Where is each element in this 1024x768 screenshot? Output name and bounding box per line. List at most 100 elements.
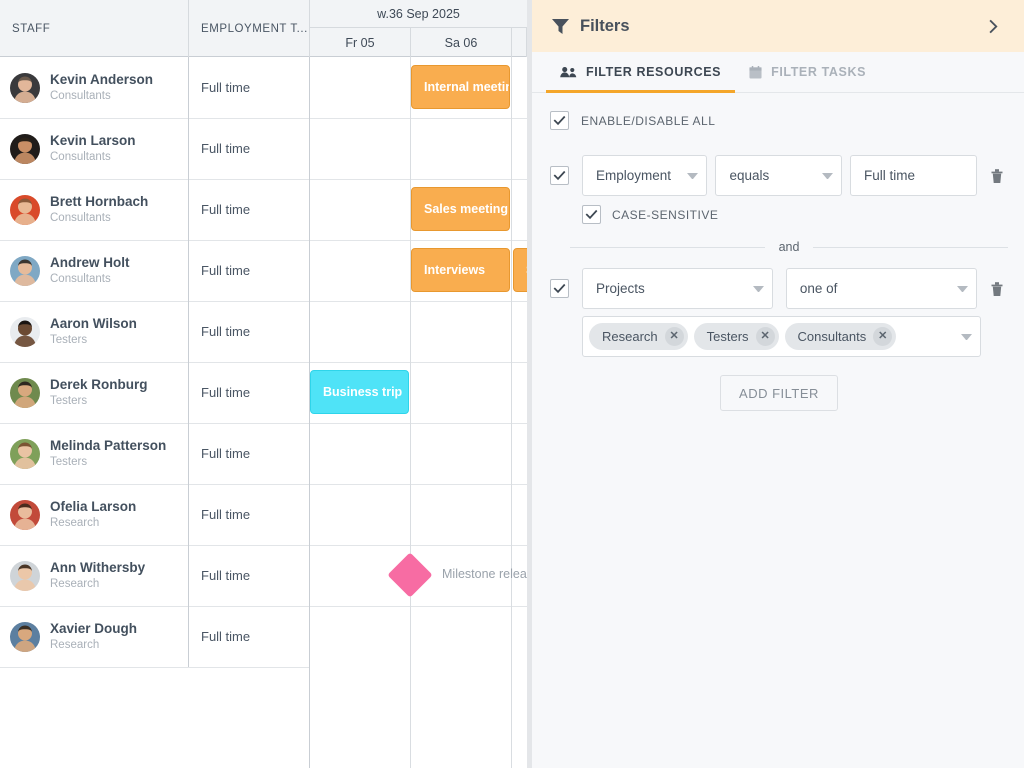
scheduler-row[interactable]: Kevin Anderson Consultants Full time Intern…: [0, 57, 527, 118]
scheduler-row[interactable]: Kevin Larson Consultants Full time: [0, 118, 527, 179]
staff-cell[interactable]: Andrew Holt Consultants: [0, 240, 189, 301]
staff-name: Ann Withersby: [50, 559, 146, 575]
column-header-staff[interactable]: STAFF: [0, 0, 189, 57]
employment-cell[interactable]: Full time: [189, 301, 310, 362]
filter-chip[interactable]: Consultants ✕: [784, 323, 897, 350]
filter-chip[interactable]: Research ✕: [589, 323, 688, 350]
employment-cell[interactable]: Full time: [189, 484, 310, 545]
filters-panel-body[interactable]: ENABLE/DISABLE ALL Employment equals Ful…: [532, 93, 1024, 411]
filter-1-field-select[interactable]: Employment: [582, 155, 708, 196]
scheduler-row[interactable]: Ann Withersby Research Full time Milestone …: [0, 545, 527, 606]
filter-2-operator-select[interactable]: one of: [785, 268, 977, 309]
employment-cell[interactable]: Full time: [189, 606, 310, 667]
filters-tab-bar[interactable]: FILTER RESOURCES FILTER TASKS: [532, 52, 1024, 93]
filter-1-case-sensitive-checkbox[interactable]: [582, 205, 601, 224]
scheduler-row[interactable]: Derek Ronburg Testers Full time Business tr…: [0, 362, 527, 423]
scheduler-row[interactable]: Aaron Wilson Testers Full time: [0, 301, 527, 362]
staff-cell[interactable]: Ann Withersby Research: [0, 545, 189, 606]
filter-2-chips-input[interactable]: Research ✕ Testers ✕ Consultants ✕: [582, 316, 981, 357]
chevron-right-icon[interactable]: [980, 13, 1006, 39]
tab-filter-tasks[interactable]: FILTER TASKS: [735, 52, 880, 92]
add-filter-row: ADD FILTER: [550, 375, 1008, 411]
filters-panel-title: Filters: [580, 16, 630, 35]
filter-conjunction-separator: and: [570, 240, 1009, 254]
filter-2-enable-checkbox[interactable]: [550, 279, 569, 298]
tab-filter-resources[interactable]: FILTER RESOURCES: [546, 52, 736, 93]
filter-1-delete-icon[interactable]: [987, 168, 1008, 184]
staff-cell[interactable]: Kevin Larson Consultants: [0, 118, 189, 179]
filter-row-2[interactable]: Projects one of Research ✕ Testers ✕ Con…: [550, 268, 1008, 357]
task-bar[interactable]: Interviews: [411, 248, 510, 292]
filters-panel-header: Filters: [532, 0, 1024, 52]
scheduler-grid[interactable]: STAFF EMPLOYMENT T... w.36 Sep 2025 Fr 0…: [0, 0, 527, 768]
task-bar[interactable]: Business trip: [310, 370, 409, 414]
staff-role: Research: [50, 516, 100, 529]
column-header-employment[interactable]: EMPLOYMENT T...: [189, 0, 310, 57]
scheduler-row[interactable]: Brett Hornbach Consultants Full time Sales …: [0, 179, 527, 240]
scheduler-row[interactable]: Andrew Holt Consultants Full time Interview…: [0, 240, 527, 301]
filter-2-chip-list: Research ✕ Testers ✕ Consultants ✕: [589, 323, 955, 350]
task-bar[interactable]: S: [513, 248, 527, 292]
timeline-day-label: Sa 06: [444, 35, 478, 50]
employment-cell[interactable]: Full time: [189, 240, 310, 301]
scheduler-body[interactable]: Kevin Anderson Consultants Full time Intern…: [0, 57, 527, 768]
avatar: [10, 316, 40, 347]
filter-1-enable-checkbox[interactable]: [550, 166, 569, 185]
avatar: [10, 72, 40, 103]
filter-1-case-sensitive-label: CASE-SENSITIVE: [612, 207, 719, 222]
filter-2-delete-icon[interactable]: [987, 281, 1008, 297]
staff-cell[interactable]: Kevin Anderson Consultants: [0, 57, 189, 118]
staff-cell[interactable]: Derek Ronburg Testers: [0, 362, 189, 423]
filter-1-case-sensitive-row[interactable]: CASE-SENSITIVE: [550, 205, 1008, 224]
scheduler-row[interactable]: Ofelia Larson Research Full time: [0, 484, 527, 545]
filter-chip[interactable]: Testers ✕: [693, 323, 779, 350]
employment-cell[interactable]: Full time: [189, 179, 310, 240]
close-icon[interactable]: ✕: [755, 327, 775, 346]
timeline-week-label: w.36 Sep 2025: [377, 6, 460, 21]
timeline-day-header-0[interactable]: Fr 05: [310, 28, 411, 57]
column-header-employment-label: EMPLOYMENT T...: [201, 22, 308, 35]
staff-name: Kevin Larson: [50, 132, 136, 148]
filter-2-operator-value: one of: [799, 281, 838, 296]
filter-1-operator-select[interactable]: equals: [715, 155, 842, 196]
staff-role: Consultants: [50, 272, 111, 285]
close-icon[interactable]: ✕: [873, 327, 893, 346]
task-bar[interactable]: Sales meeting: [411, 187, 510, 231]
employment-cell[interactable]: Full time: [189, 362, 310, 423]
timeline-day-header-2[interactable]: [512, 28, 527, 57]
staff-cell[interactable]: Melinda Patterson Testers: [0, 423, 189, 484]
avatar: [10, 377, 40, 408]
employment-cell[interactable]: Full time: [189, 423, 310, 484]
milestone-diamond-icon: [387, 552, 433, 598]
scheduler-row[interactable]: Xavier Dough Research Full time: [0, 606, 527, 667]
timeline-day-header-1[interactable]: Sa 06: [411, 28, 512, 57]
column-header-staff-label: STAFF: [12, 22, 51, 35]
chevron-down-icon: [687, 172, 699, 179]
staff-cell[interactable]: Brett Hornbach Consultants: [0, 179, 189, 240]
staff-role: Consultants: [50, 150, 111, 163]
enable-disable-all-checkbox[interactable]: [550, 111, 569, 130]
staff-cell[interactable]: Aaron Wilson Testers: [0, 301, 189, 362]
milestone-label: Milestone release: [442, 567, 527, 581]
calendar-icon: [749, 65, 762, 79]
scheduler-row[interactable]: Melinda Patterson Testers Full time: [0, 423, 527, 484]
staff-role: Consultants: [50, 89, 111, 102]
employment-cell[interactable]: Full time: [189, 118, 310, 179]
enable-disable-all-row[interactable]: ENABLE/DISABLE ALL: [550, 111, 1008, 130]
close-icon[interactable]: ✕: [664, 327, 684, 346]
avatar: [10, 621, 40, 652]
staff-name: Xavier Dough: [50, 620, 138, 636]
filters-panel[interactable]: Filters FILTER RESOURCES FILTER TASKS EN…: [532, 0, 1024, 768]
filter-1-value-input[interactable]: Full time: [849, 155, 977, 196]
staff-cell[interactable]: Xavier Dough Research: [0, 606, 189, 667]
add-filter-button[interactable]: ADD FILTER: [720, 375, 838, 411]
filter-chip-label: Testers: [706, 329, 749, 344]
employment-cell[interactable]: Full time: [189, 57, 310, 118]
tab-filter-tasks-label: FILTER TASKS: [771, 65, 867, 79]
chevron-down-icon[interactable]: [961, 333, 972, 340]
filter-2-field-select[interactable]: Projects: [582, 268, 773, 309]
staff-cell[interactable]: Ofelia Larson Research: [0, 484, 189, 545]
employment-cell[interactable]: Full time: [189, 545, 310, 606]
task-bar[interactable]: Internal meeting: [411, 65, 510, 109]
filter-row-1[interactable]: Employment equals Full time CASE-SENSITI…: [550, 155, 1008, 224]
